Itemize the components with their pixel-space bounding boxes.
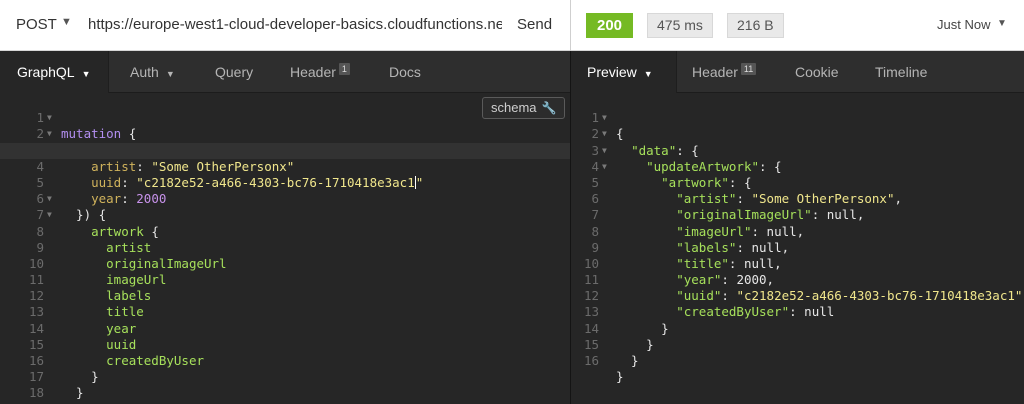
schema-button[interactable]: schema 🔧 <box>482 97 566 119</box>
tab-cookie[interactable]: Cookie <box>795 51 839 93</box>
status-badge: 200 <box>586 13 634 38</box>
code-line: 10 imageUrl <box>0 240 570 287</box>
chevron-down-icon: ▼ <box>643 69 653 79</box>
code-line: 11 "uuid": "c2182e52-a466-4303-bc76-1710… <box>571 256 1024 303</box>
code-punctuation: } <box>616 369 624 385</box>
response-tabs: Preview ▼ Header 11 Cookie Timeline <box>571 51 1024 94</box>
response-size-badge: 216 B <box>727 13 784 38</box>
code-line: 5 year: 2000 <box>0 159 570 206</box>
tab-label: Docs <box>389 64 421 80</box>
tab-timeline[interactable]: Timeline <box>875 51 927 93</box>
tab-header[interactable]: Header 1 <box>290 51 350 93</box>
line-number: 18 <box>28 385 44 401</box>
tab-label: Timeline <box>875 64 928 80</box>
code-line: 6 "originalImageUrl": null, <box>571 175 1024 222</box>
chevron-down-icon[interactable]: ▼ <box>997 18 1007 29</box>
code-line: 16 } <box>571 337 1024 384</box>
tab-query[interactable]: Query <box>215 51 253 93</box>
code-line: 2 ▼ "data": { <box>571 110 1024 157</box>
divider <box>570 0 571 51</box>
count-badge: 11 <box>740 63 757 75</box>
tab-label: Header <box>290 64 336 80</box>
code-line: 4 ▼ "artwork": { <box>571 143 1024 190</box>
code-line: 16 } <box>0 337 570 384</box>
chevron-down-icon: ▼ <box>81 69 91 79</box>
tab-auth[interactable]: Auth ▼ <box>130 51 175 93</box>
code-line: 17 } <box>0 353 570 400</box>
code-line: 15 } <box>571 321 1024 368</box>
response-preview[interactable]: 1 ▼ { 2 ▼ "data": { 3 ▼ "updateArtwork": { … <box>571 94 1024 384</box>
code-line: 10 "year": 2000, <box>571 240 1024 287</box>
code-line: 1 ▼ { <box>571 94 1024 141</box>
tab-label: Preview <box>587 64 637 80</box>
code-line: 7 "imageUrl": null, <box>571 191 1024 238</box>
chevron-down-icon: ▼ <box>165 69 175 79</box>
code-line: 14 uuid <box>0 304 570 352</box>
response-time-badge: 475 ms <box>647 13 713 38</box>
code-line: 5 "artist": "Some OtherPersonx", <box>571 159 1024 206</box>
tab-label: Header <box>692 64 738 80</box>
tab-preview[interactable]: Preview ▼ <box>571 51 676 94</box>
request-tabs: GraphQL ▼ Auth ▼ Query Header 1 Docs <box>0 51 570 94</box>
tab-label: Auth <box>130 64 159 80</box>
code-punctuation: } <box>616 353 639 369</box>
code-line: 7 ▼ artwork { <box>0 191 570 238</box>
code-line: 8 artist <box>0 207 570 255</box>
divider <box>108 51 109 93</box>
code-line: 3 ▼ "updateArtwork": { <box>571 126 1024 174</box>
top-bar: POST ▼ https://europe-west1-cloud-develo… <box>0 0 1024 51</box>
code-line: 11 labels <box>0 256 570 303</box>
tab-label: GraphQL <box>17 64 75 80</box>
schema-label: schema <box>491 100 537 115</box>
code-line: 3 artist: "Some OtherPersonx" <box>0 126 570 174</box>
code-line: 9 "title": null, <box>571 224 1024 271</box>
code-line: 13 } <box>571 288 1024 335</box>
query-editor[interactable]: 1▼ mutation { 2▼ updateArtwork(artwork: … <box>0 94 570 404</box>
code-line: 6 ▼ }) { <box>0 175 570 222</box>
code-line: 12 title <box>0 272 570 319</box>
method-select[interactable]: POST <box>16 16 57 33</box>
chevron-down-icon[interactable]: ▼ <box>61 16 72 28</box>
wrench-icon: 🔧 <box>541 101 557 115</box>
divider <box>676 51 677 93</box>
code-line: 18 } <box>0 369 570 404</box>
code-line: 8 "labels": null, <box>571 207 1024 255</box>
code-line-active: 4 uuid: "c2182e52-a466-4303-bc76-1710418… <box>0 142 570 190</box>
count-badge: 1 <box>338 63 350 75</box>
code-line: 9 originalImageUrl <box>0 224 570 271</box>
code-line: 13 year <box>0 288 570 335</box>
url-input[interactable]: https://europe-west1-cloud-developer-bas… <box>88 16 502 33</box>
code-line: 12 "createdByUser": null <box>571 272 1024 319</box>
history-dropdown[interactable]: Just Now <box>937 17 990 32</box>
tab-label: Cookie <box>795 64 839 80</box>
request-bar: POST ▼ https://europe-west1-cloud-develo… <box>0 0 570 51</box>
line-number: 16 <box>583 353 599 369</box>
tab-graphql[interactable]: GraphQL ▼ <box>0 51 108 94</box>
tab-response-header[interactable]: Header 11 <box>692 51 757 93</box>
code-punctuation: } <box>61 385 84 401</box>
send-button[interactable]: Send <box>517 16 552 33</box>
tab-docs[interactable]: Docs <box>389 51 421 93</box>
code-line: 15 createdByUser <box>0 321 570 368</box>
code-line: 14 } <box>571 304 1024 352</box>
tab-label: Query <box>215 64 254 80</box>
